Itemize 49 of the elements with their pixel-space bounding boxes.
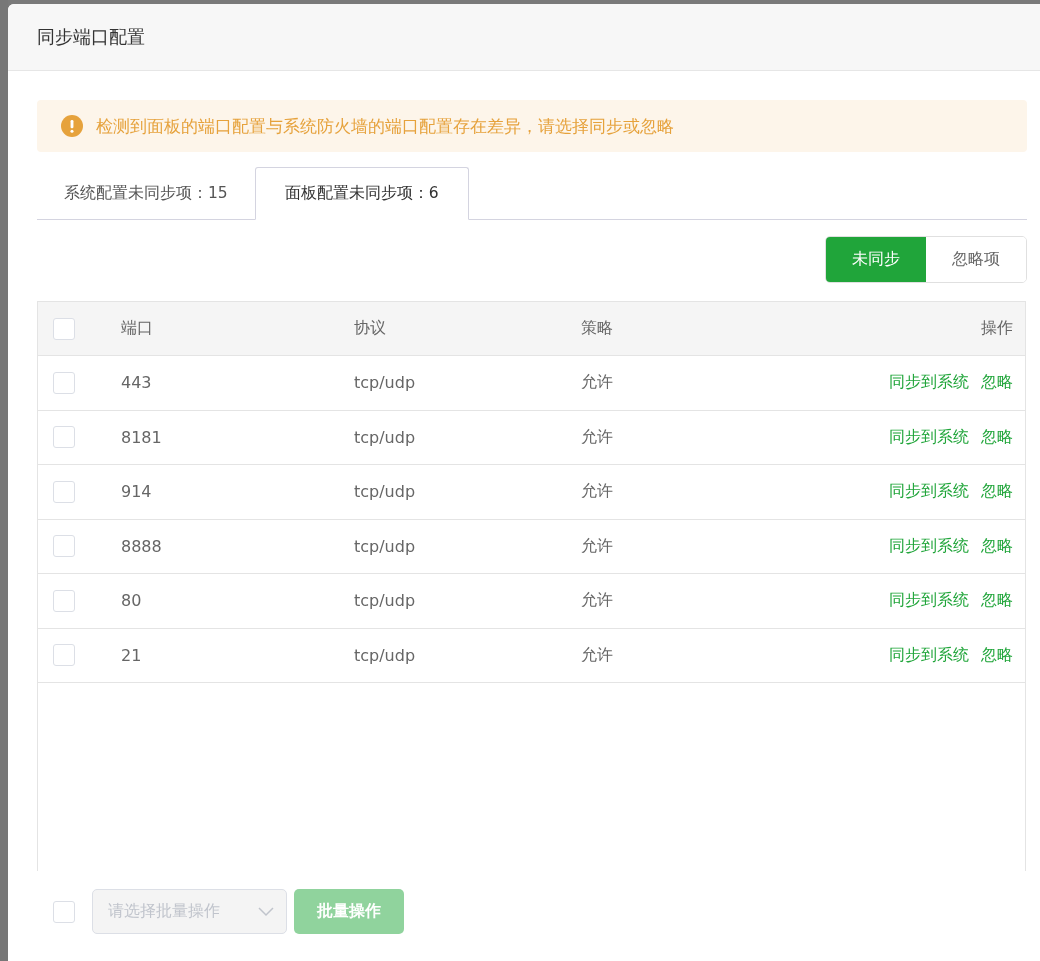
column-header: 协议 xyxy=(354,318,387,339)
table-cell-text: tcp/udp xyxy=(354,427,417,447)
checkbox[interactable] xyxy=(53,371,75,394)
action-link[interactable]: 同步到系统 xyxy=(889,372,969,394)
action-link[interactable]: 同步到系统 xyxy=(889,535,969,557)
table-cell-text: 允许 xyxy=(581,481,614,503)
column-header: 策略 xyxy=(581,318,614,339)
checkbox[interactable] xyxy=(53,317,75,340)
tab[interactable]: 面板配置未同步项：6 xyxy=(254,167,469,220)
action-link[interactable]: 同步到系统 xyxy=(889,644,969,666)
table-cell-text: tcp/udp xyxy=(354,482,417,502)
dialog-title: 同步端口配置 xyxy=(37,25,145,49)
action-link[interactable]: 同步到系统 xyxy=(889,481,969,503)
checkbox[interactable] xyxy=(53,426,75,449)
table-cell-text: 443 xyxy=(121,373,153,393)
table-cell-text: 21 xyxy=(121,645,143,665)
table-cell-text: tcp/udp xyxy=(354,536,417,556)
tab[interactable]: 系统配置未同步项：15 xyxy=(37,167,255,220)
action-link[interactable]: 忽略 xyxy=(981,426,1013,448)
action-link[interactable]: 忽略 xyxy=(981,535,1013,557)
chevron-down-icon xyxy=(258,906,274,917)
table-cell-text: tcp/udp xyxy=(354,645,417,665)
column-header: 操作 xyxy=(980,318,1014,339)
action-link[interactable]: 忽略 xyxy=(981,481,1013,503)
table-cell-text: 允许 xyxy=(581,426,614,448)
column-header: 端口 xyxy=(121,318,154,339)
table-cell-text: 允许 xyxy=(581,535,614,557)
table-cell-text: 允许 xyxy=(581,644,614,666)
checkbox[interactable] xyxy=(53,644,75,667)
checkbox[interactable] xyxy=(53,900,75,923)
action-link[interactable]: 同步到系统 xyxy=(889,590,969,612)
table-cell-text: tcp/udp xyxy=(354,591,417,611)
checkbox[interactable] xyxy=(53,535,75,558)
table-cell-text: 允许 xyxy=(581,590,614,612)
table-cell-text: 允许 xyxy=(581,372,614,394)
action-link[interactable]: 忽略 xyxy=(981,644,1013,666)
warning-icon xyxy=(61,115,83,137)
table-cell-text: 914 xyxy=(121,482,153,502)
action-link[interactable]: 忽略 xyxy=(981,372,1013,394)
action-link[interactable]: 同步到系统 xyxy=(889,426,969,448)
filter-button[interactable]: 未同步 xyxy=(826,237,926,282)
table-cell-text: 8181 xyxy=(121,427,163,447)
table-cell-text: 8888 xyxy=(121,536,163,556)
alert-message: 检测到面板的端口配置与系统防火墙的端口配置存在差异，请选择同步或忽略 xyxy=(96,114,674,138)
action-link[interactable]: 忽略 xyxy=(981,590,1013,612)
checkbox[interactable] xyxy=(53,589,75,612)
table-cell-text: 80 xyxy=(121,591,143,611)
table-cell-text: tcp/udp xyxy=(354,373,417,393)
checkbox[interactable] xyxy=(53,480,75,503)
